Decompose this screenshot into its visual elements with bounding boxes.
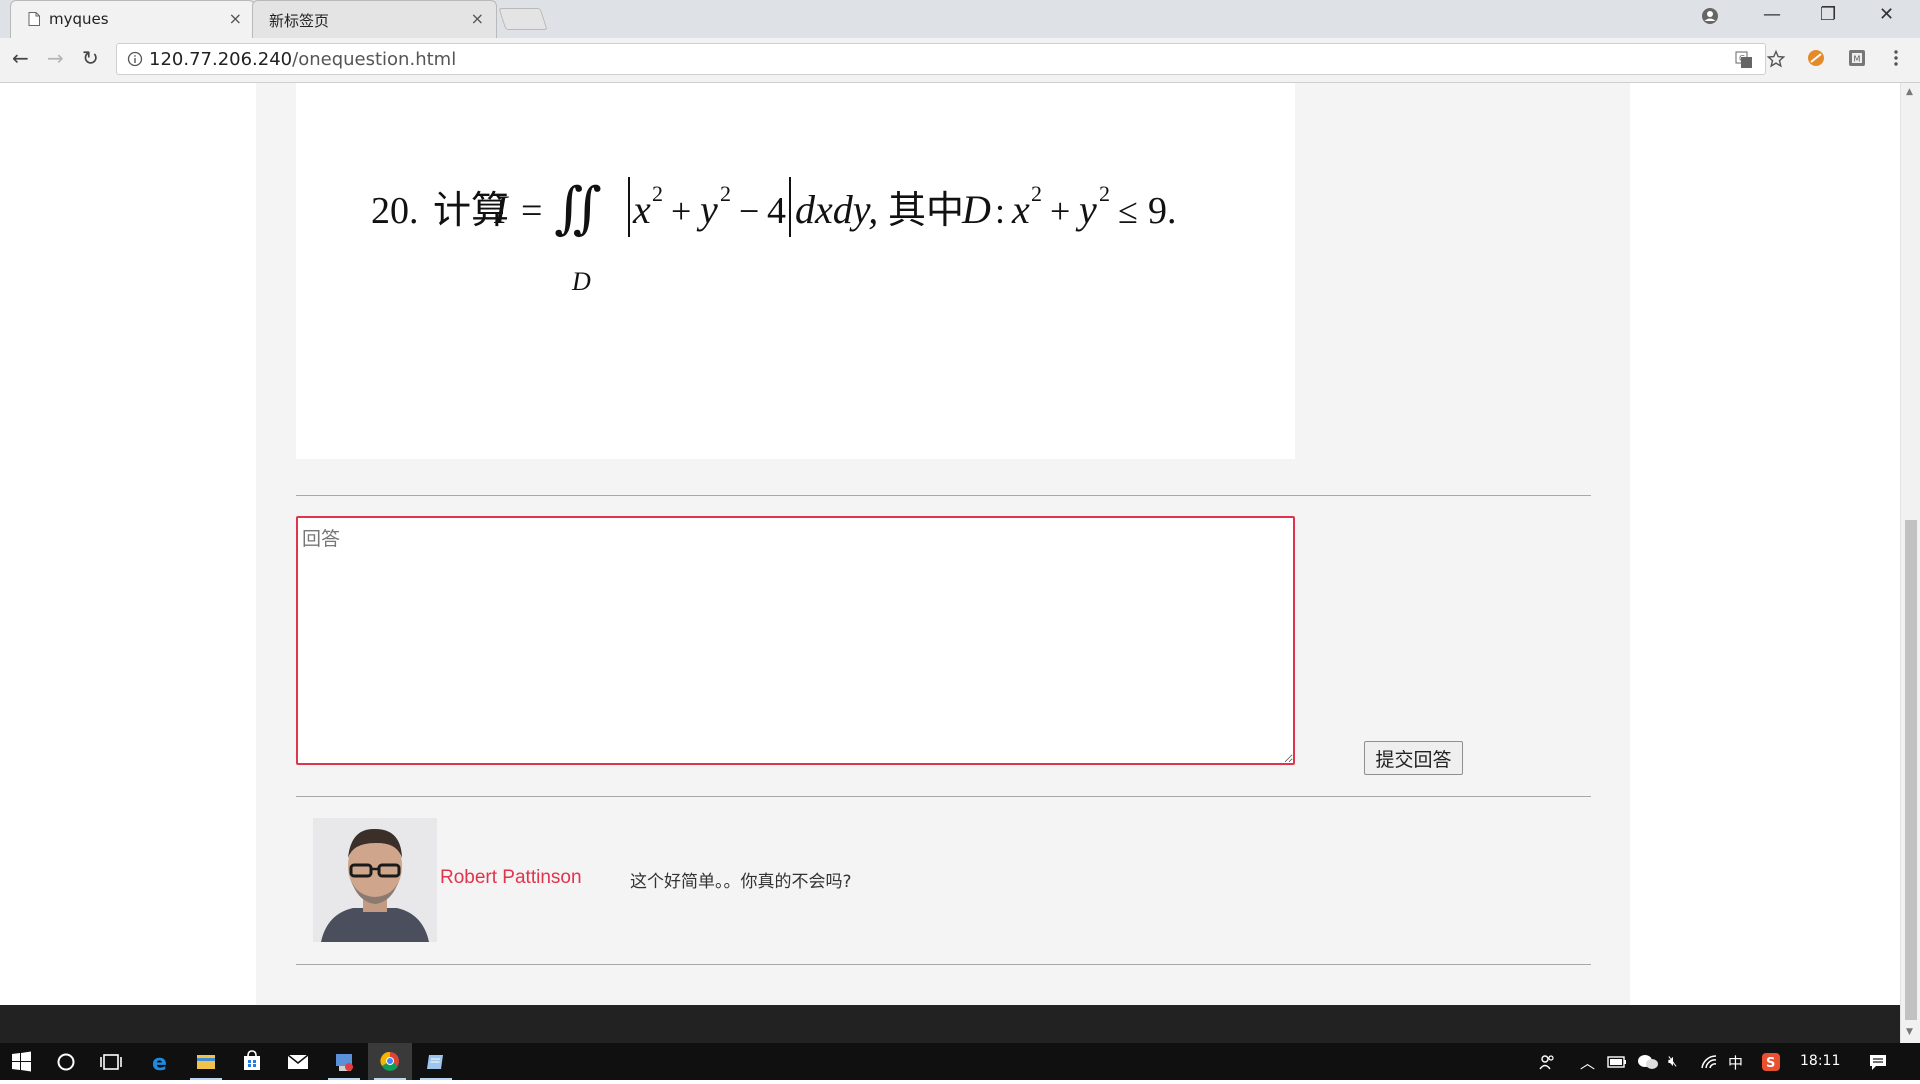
bookmark-star-icon[interactable] bbox=[1767, 50, 1785, 68]
close-window-button[interactable]: ✕ bbox=[1879, 4, 1894, 25]
page-icon bbox=[28, 12, 40, 26]
comment-item: Robert Pattinson 这个好简单。。你真的不会吗? bbox=[313, 818, 1513, 942]
scroll-down-icon[interactable]: ▼ bbox=[1906, 1027, 1913, 1037]
question-where-label: 其中 bbox=[888, 190, 964, 232]
svg-text::: : bbox=[995, 191, 1005, 231]
volume-muted-icon[interactable]: 🔇︎ bbox=[1668, 1052, 1677, 1070]
question-image: 20. 计算 I = ∬ D x 2 + y 2 − 4 dxdy, 其中 D … bbox=[296, 83, 1295, 459]
url-text[interactable]: 120.77.206.240/onequestion.html bbox=[149, 49, 456, 70]
svg-text:x: x bbox=[1011, 187, 1030, 232]
edge-icon[interactable]: e bbox=[138, 1043, 182, 1080]
restore-button[interactable]: ❐ bbox=[1820, 4, 1836, 25]
tray-expand-icon[interactable]: ︿ bbox=[1580, 1052, 1595, 1073]
svg-text:4: 4 bbox=[767, 190, 786, 232]
minimize-button[interactable]: — bbox=[1763, 4, 1781, 25]
extension-icon-2[interactable]: M bbox=[1847, 48, 1867, 68]
divider bbox=[296, 495, 1591, 496]
url-path: /onequestion.html bbox=[292, 49, 457, 70]
notepad-icon[interactable] bbox=[414, 1043, 458, 1080]
svg-text:M: M bbox=[1854, 55, 1861, 64]
svg-text:e: e bbox=[152, 1051, 167, 1076]
browser-toolbar: ← → ↻ 120.77.206.240/onequestion.html G … bbox=[0, 38, 1920, 83]
integral-domain-label: D bbox=[571, 267, 591, 296]
url-host: 120.77.206.240 bbox=[149, 49, 293, 70]
divider bbox=[296, 964, 1591, 965]
avatar[interactable] bbox=[313, 818, 437, 942]
avatar-photo bbox=[313, 818, 437, 942]
reload-button[interactable]: ↻ bbox=[82, 46, 99, 70]
battery-icon[interactable] bbox=[1607, 1055, 1627, 1069]
forward-button[interactable]: → bbox=[47, 46, 64, 70]
wechat-icon[interactable] bbox=[1637, 1053, 1659, 1071]
page-viewport: 20. 计算 I = ∬ D x 2 + y 2 − 4 dxdy, 其中 D … bbox=[0, 83, 1900, 1005]
svg-text:2: 2 bbox=[652, 181, 663, 206]
svg-text:I: I bbox=[493, 187, 509, 232]
svg-text:=: = bbox=[521, 190, 542, 232]
submit-answer-button[interactable]: 提交回答 bbox=[1364, 741, 1463, 775]
svg-text:y: y bbox=[1075, 187, 1097, 232]
app-icon[interactable] bbox=[322, 1043, 366, 1080]
translate-icon[interactable]: G bbox=[1735, 51, 1753, 69]
new-tab-button[interactable] bbox=[498, 8, 548, 30]
extension-icon-1[interactable] bbox=[1806, 48, 1826, 68]
answer-textarea[interactable] bbox=[296, 516, 1295, 765]
svg-text:−: − bbox=[739, 191, 759, 231]
clock[interactable]: 18:11 bbox=[1800, 1053, 1840, 1069]
svg-text:≤: ≤ bbox=[1118, 191, 1138, 231]
wifi-icon[interactable] bbox=[1700, 1054, 1718, 1070]
svg-text:x: x bbox=[632, 187, 651, 232]
divider bbox=[296, 796, 1591, 797]
tab-title: myques bbox=[49, 10, 109, 28]
scroll-up-icon[interactable]: ▲ bbox=[1906, 87, 1913, 97]
people-icon[interactable] bbox=[1538, 1053, 1556, 1071]
tab-new-tab[interactable]: 新标签页 × bbox=[252, 0, 497, 38]
back-button[interactable]: ← bbox=[12, 46, 29, 70]
question-number: 20. bbox=[371, 190, 419, 232]
comment-text: 这个好简单。。你真的不会吗? bbox=[630, 872, 852, 892]
notification-center-icon[interactable] bbox=[1868, 1053, 1888, 1071]
svg-text:∬: ∬ bbox=[554, 178, 602, 240]
svg-text:2: 2 bbox=[720, 181, 731, 206]
page-footer bbox=[0, 1005, 1900, 1043]
info-icon[interactable] bbox=[127, 51, 143, 67]
svg-text:2: 2 bbox=[1031, 181, 1042, 206]
svg-text:+: + bbox=[671, 191, 691, 231]
tab-myques[interactable]: myques × bbox=[10, 0, 255, 38]
tab-close-icon[interactable]: × bbox=[471, 9, 484, 28]
tab-title: 新标签页 bbox=[269, 12, 330, 30]
page-scrollbar[interactable]: ▲ ▼ bbox=[1900, 83, 1920, 1043]
svg-text:dxdy,: dxdy, bbox=[795, 187, 878, 232]
svg-text:D: D bbox=[961, 187, 991, 232]
cortana-search-icon[interactable] bbox=[44, 1043, 88, 1080]
browser-titlebar: myques × 新标签页 × — ❐ ✕ bbox=[0, 0, 1920, 38]
question-formula: 20. 计算 I = ∬ D x 2 + y 2 − 4 dxdy, 其中 D … bbox=[371, 177, 1177, 296]
task-view-icon[interactable] bbox=[89, 1043, 133, 1080]
svg-text:y: y bbox=[696, 187, 718, 232]
windows-taskbar: e ︿ 🔇︎ 中 S 18:11 bbox=[0, 1043, 1920, 1080]
sogou-input-icon[interactable]: S bbox=[1762, 1053, 1780, 1071]
profile-icon[interactable] bbox=[1701, 7, 1719, 25]
svg-text:S: S bbox=[1766, 1056, 1775, 1071]
menu-icon[interactable] bbox=[1893, 48, 1899, 68]
ime-indicator[interactable]: 中 bbox=[1728, 1052, 1743, 1073]
svg-text:+: + bbox=[1050, 191, 1070, 231]
store-icon[interactable] bbox=[230, 1043, 274, 1080]
content-column: 20. 计算 I = ∬ D x 2 + y 2 − 4 dxdy, 其中 D … bbox=[256, 83, 1630, 1005]
mail-icon[interactable] bbox=[276, 1043, 320, 1080]
file-explorer-icon[interactable] bbox=[184, 1043, 228, 1080]
scroll-thumb[interactable] bbox=[1905, 520, 1917, 1020]
windows-start-icon[interactable] bbox=[0, 1043, 44, 1080]
chrome-icon[interactable] bbox=[368, 1043, 412, 1080]
svg-text:9.: 9. bbox=[1148, 190, 1177, 232]
tab-close-icon[interactable]: × bbox=[229, 9, 242, 28]
svg-text:G: G bbox=[1739, 54, 1745, 63]
comment-author[interactable]: Robert Pattinson bbox=[440, 867, 582, 889]
svg-text:2: 2 bbox=[1099, 181, 1110, 206]
address-bar[interactable]: 120.77.206.240/onequestion.html G bbox=[116, 43, 1785, 75]
